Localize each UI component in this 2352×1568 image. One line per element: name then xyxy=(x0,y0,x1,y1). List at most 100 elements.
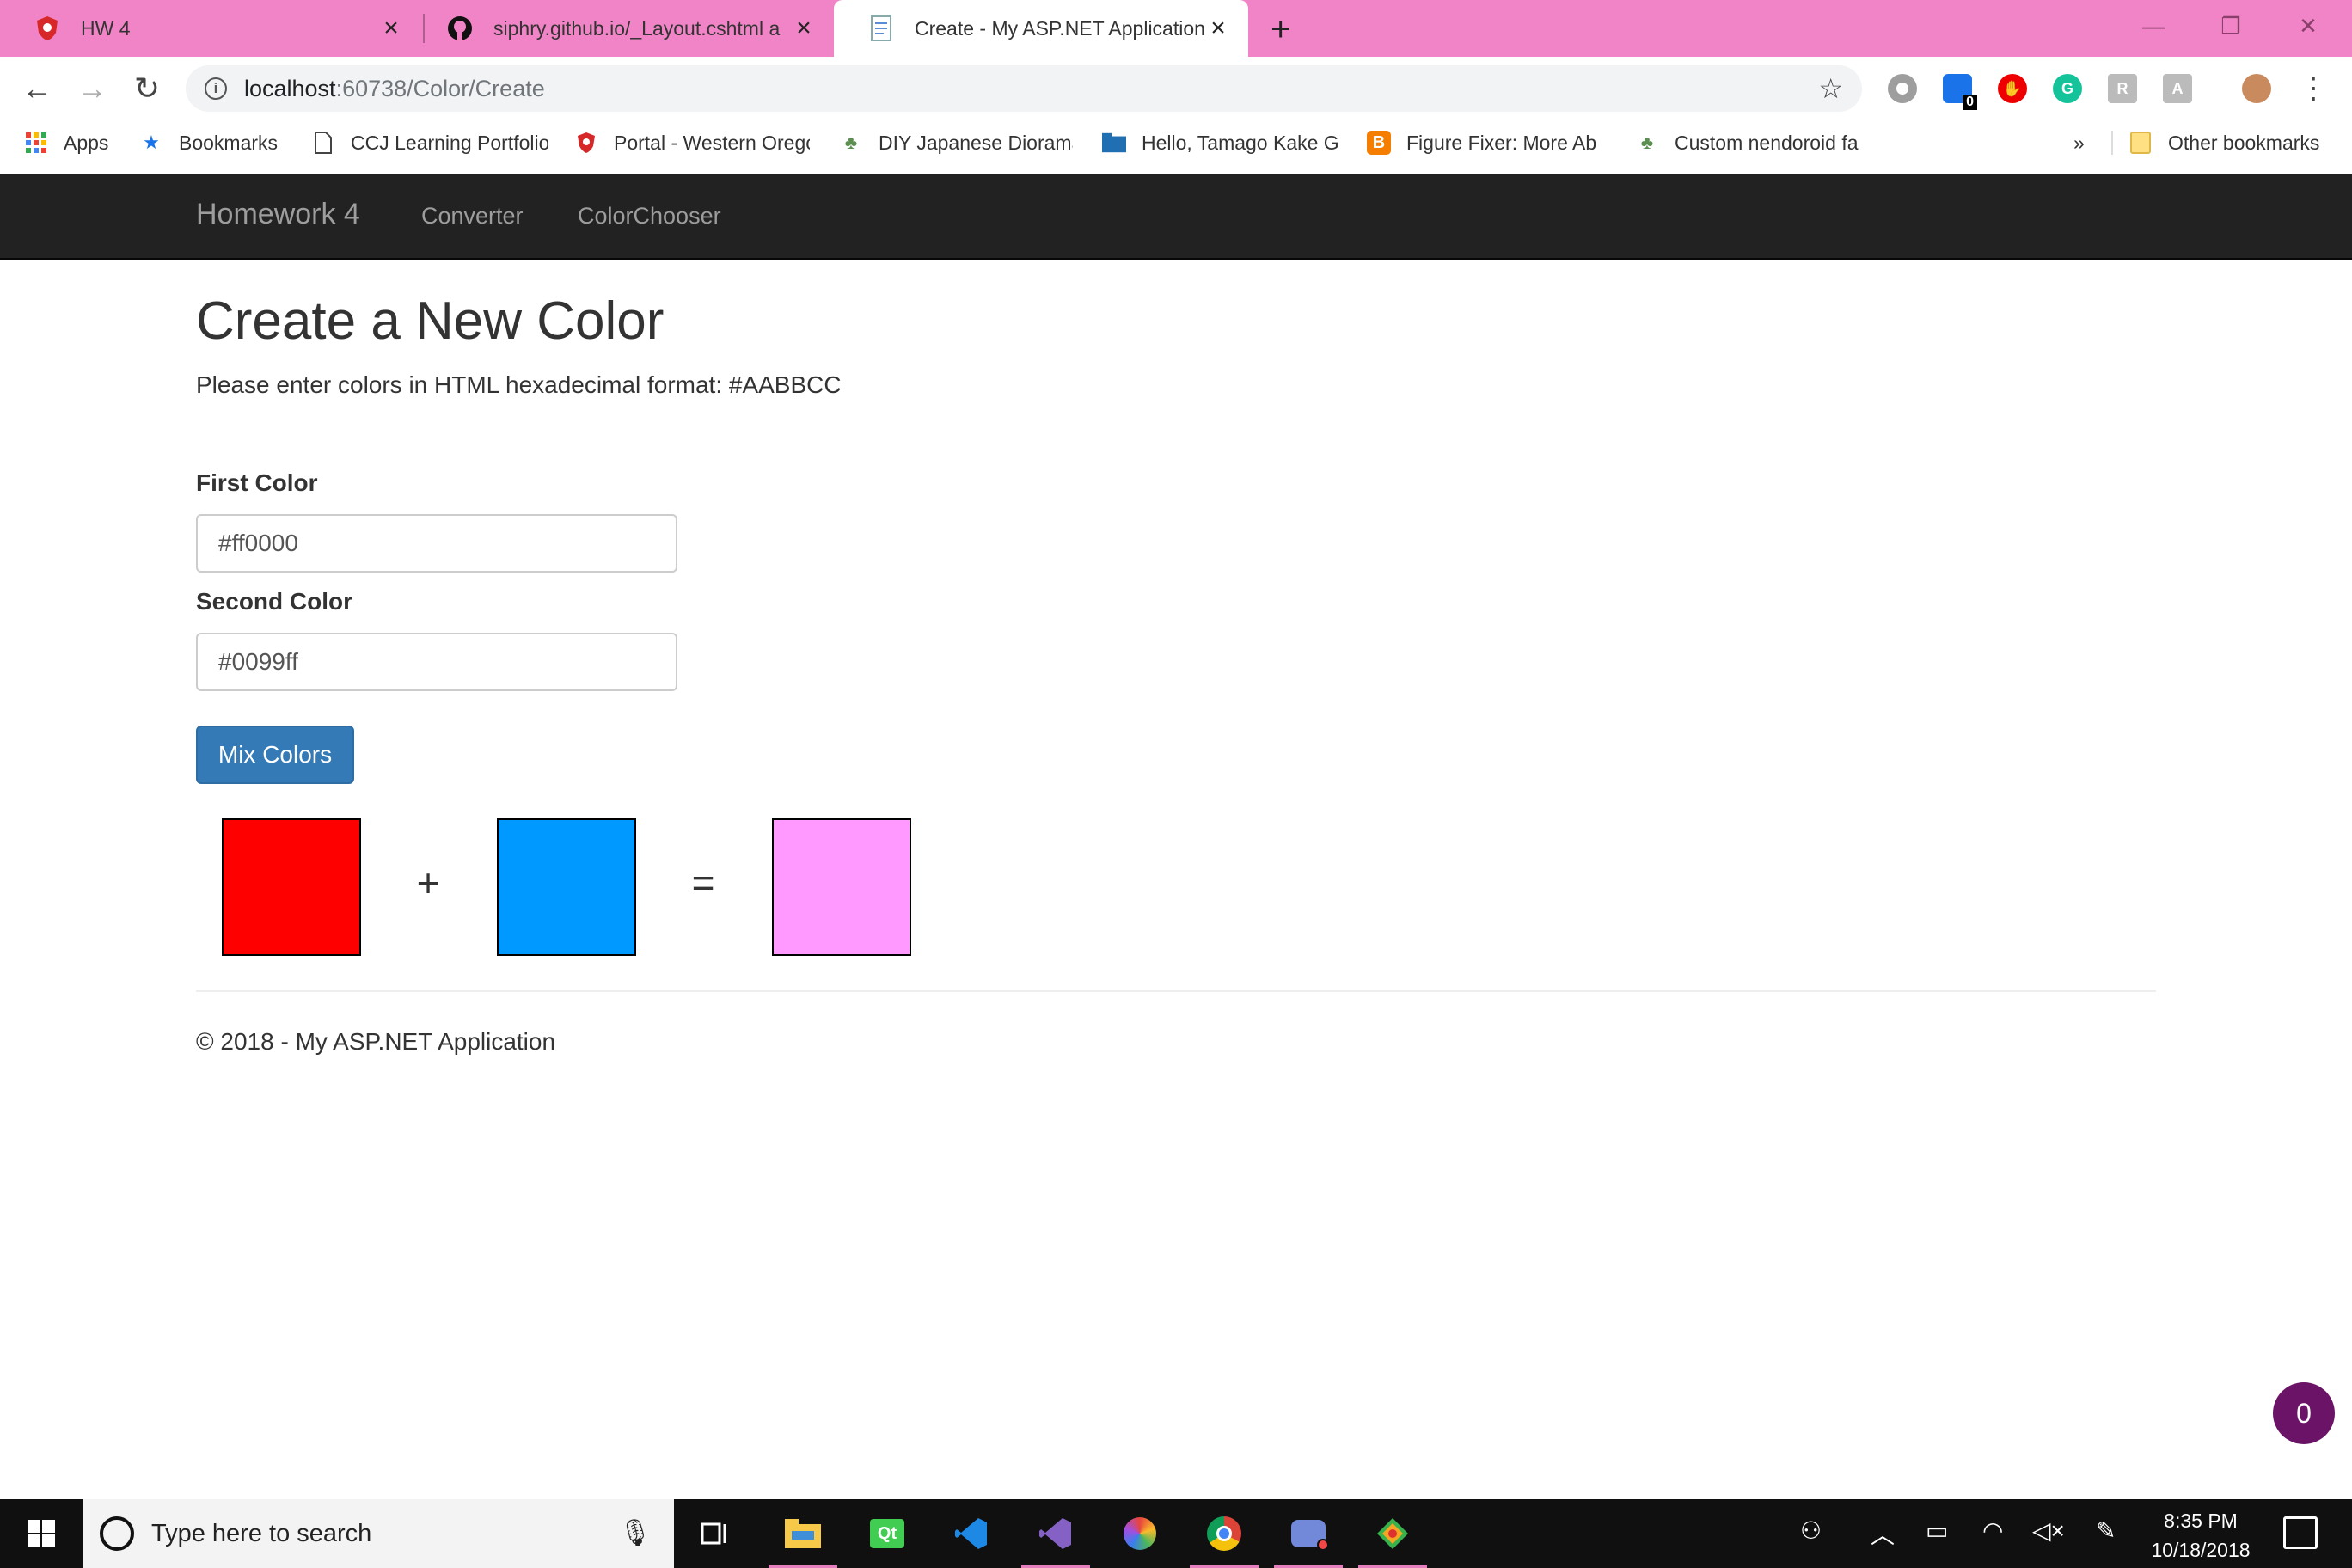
footer-text: © 2018 - My ASP.NET Application xyxy=(196,1028,556,1055)
discord-icon[interactable] xyxy=(1274,1499,1343,1568)
gitkraken-icon[interactable] xyxy=(1358,1499,1427,1568)
tab-label: HW 4 xyxy=(81,16,131,40)
bookmark-label: CCJ Learning Portfolio xyxy=(351,131,548,154)
github-icon xyxy=(447,15,473,41)
url-host: localhost xyxy=(244,75,336,101)
first-color-swatch xyxy=(222,818,361,956)
file-explorer-icon[interactable] xyxy=(769,1499,837,1568)
bookmark-portal[interactable]: Portal - Western Oregon xyxy=(574,129,810,156)
taskbar-search-box[interactable]: Type here to search 🎙 xyxy=(83,1499,674,1568)
tab-create[interactable]: Create - My ASP.NET Application × xyxy=(834,0,1248,57)
bookmarks-divider xyxy=(2111,131,2113,155)
first-color-label: First Color xyxy=(196,469,318,496)
browser-toolbar: ← → ↻ i localhost :60738/Color/Create ☆ … xyxy=(0,57,2352,120)
reload-icon[interactable]: ↻ xyxy=(127,69,167,108)
bookmark-label: Other bookmarks xyxy=(2168,131,2320,154)
tab-label: Create - My ASP.NET Application xyxy=(915,16,1205,40)
minimize-icon[interactable]: — xyxy=(2115,0,2192,52)
bookmark-star-icon[interactable]: ☆ xyxy=(1818,72,1843,105)
action-center-icon[interactable] xyxy=(2283,1516,2318,1549)
bookmark-ccj[interactable]: CCJ Learning Portfolio xyxy=(311,129,548,156)
task-view-icon[interactable] xyxy=(681,1499,750,1568)
second-color-input[interactable] xyxy=(196,633,677,691)
equals-sign: = xyxy=(691,861,715,905)
people-icon[interactable]: ⚇ xyxy=(1800,1516,1822,1545)
chrome-icon[interactable] xyxy=(1190,1499,1259,1568)
bookmarks-overflow[interactable]: » xyxy=(2073,129,2099,156)
volume-muted-icon[interactable]: ◁× xyxy=(2032,1516,2065,1545)
extension-r-icon[interactable]: R xyxy=(2108,74,2137,103)
bookmark-figure-fixer[interactable]: B Figure Fixer: More Ab xyxy=(1367,129,1606,156)
page-title: Create a New Color xyxy=(196,291,665,351)
mixed-color-swatch xyxy=(772,818,911,956)
taskbar-clock[interactable]: 8:35 PM 10/18/2018 xyxy=(2132,1506,2269,1565)
apps-grid-icon xyxy=(24,131,48,155)
brand-link[interactable]: Homework 4 xyxy=(196,198,360,231)
paint-app-icon[interactable] xyxy=(1106,1499,1174,1568)
qt-creator-icon[interactable]: Qt xyxy=(853,1499,922,1568)
pen-icon[interactable]: ✎ xyxy=(2096,1516,2116,1545)
battery-icon[interactable]: ▭ xyxy=(1926,1516,1948,1545)
search-placeholder: Type here to search xyxy=(151,1519,372,1547)
bookmark-label: Hello, Tamago Kake Gohan xyxy=(1142,131,1338,154)
microphone-icon[interactable]: 🎙 xyxy=(619,1518,652,1548)
star-icon: ★ xyxy=(143,132,160,153)
address-bar[interactable]: i localhost :60738/Color/Create ☆ xyxy=(186,65,1862,112)
nav-colorchooser[interactable]: ColorChooser xyxy=(578,203,721,230)
folder-icon xyxy=(1102,131,1126,155)
avatar[interactable] xyxy=(2242,74,2271,103)
close-icon[interactable]: × xyxy=(380,14,402,43)
close-icon[interactable]: × xyxy=(1207,14,1229,43)
running-indicator xyxy=(769,1565,837,1568)
bookmark-label: Portal - Western Oregon xyxy=(614,131,810,154)
bookmark-label: DIY Japanese Diorama xyxy=(879,131,1073,154)
running-indicator xyxy=(1190,1565,1259,1568)
tab-label: siphry.github.io/_Layout.cshtml a xyxy=(493,16,781,40)
nav-converter[interactable]: Converter xyxy=(421,203,524,230)
shield-icon xyxy=(574,131,598,155)
bookmark-tamago[interactable]: Hello, Tamago Kake Gohan xyxy=(1102,129,1338,156)
bookmark-bookmarks[interactable]: ★ Bookmarks xyxy=(139,129,303,156)
bookmark-diy[interactable]: ♣ DIY Japanese Diorama xyxy=(839,129,1073,156)
leaf-icon: ♣ xyxy=(844,132,858,153)
visual-studio-icon[interactable] xyxy=(1021,1499,1090,1568)
page-icon xyxy=(311,131,335,155)
first-color-input[interactable] xyxy=(196,514,677,573)
grammarly-icon[interactable]: G xyxy=(2053,74,2082,103)
chevron-up-icon[interactable]: ︿ xyxy=(1871,1516,1895,1551)
close-window-icon[interactable]: ✕ xyxy=(2269,0,2347,52)
adblock-icon[interactable]: ✋ xyxy=(1998,74,2027,103)
vscode-icon[interactable] xyxy=(937,1499,1006,1568)
restore-icon[interactable]: ❐ xyxy=(2192,0,2269,52)
back-icon[interactable]: ← xyxy=(17,69,57,108)
divider xyxy=(196,990,2156,992)
info-icon[interactable]: i xyxy=(205,77,227,100)
menu-dots-icon[interactable]: ⋮ xyxy=(2294,69,2333,108)
wifi-icon[interactable]: ◠ xyxy=(1982,1516,2003,1545)
extension-pdf-icon[interactable]: A xyxy=(2163,74,2192,103)
bookmark-label: Apps xyxy=(64,131,109,154)
extension-circle-icon[interactable] xyxy=(1888,74,1917,103)
forward-icon[interactable]: → xyxy=(72,69,112,108)
plus-icon[interactable]: + xyxy=(1271,10,1290,49)
close-icon[interactable]: × xyxy=(793,14,815,43)
shield-icon xyxy=(34,15,60,41)
notification-bubble[interactable]: 0 xyxy=(2273,1382,2335,1444)
tab-github[interactable]: siphry.github.io/_Layout.cshtml a × xyxy=(413,0,834,57)
site-navbar: Homework 4 Converter ColorChooser xyxy=(0,174,2352,260)
cortana-icon xyxy=(100,1516,134,1551)
bookmark-other[interactable]: Other bookmarks xyxy=(2128,129,2343,156)
clock-time: 8:35 PM xyxy=(2164,1510,2238,1532)
bookmark-label: Bookmarks xyxy=(179,131,279,154)
extension-badge-count: 0 xyxy=(1963,95,1977,110)
extension-badge-icon[interactable]: 0 xyxy=(1943,74,1977,110)
tab-hw4[interactable]: HW 4 × xyxy=(0,0,421,57)
clock-date: 10/18/2018 xyxy=(2151,1539,2251,1561)
bookmark-apps[interactable]: Apps xyxy=(24,129,127,156)
mix-colors-button[interactable]: Mix Colors xyxy=(196,726,354,784)
windows-taskbar: Type here to search 🎙 Qt ⚇ ︿ ▭ ◠ ◁× ✎ 8:… xyxy=(0,1499,2352,1568)
folder-icon xyxy=(2128,131,2153,155)
document-icon xyxy=(868,15,894,41)
bookmark-nendoroid[interactable]: ♣ Custom nendoroid fa xyxy=(1635,129,1871,156)
windows-start-icon[interactable] xyxy=(0,1499,83,1568)
